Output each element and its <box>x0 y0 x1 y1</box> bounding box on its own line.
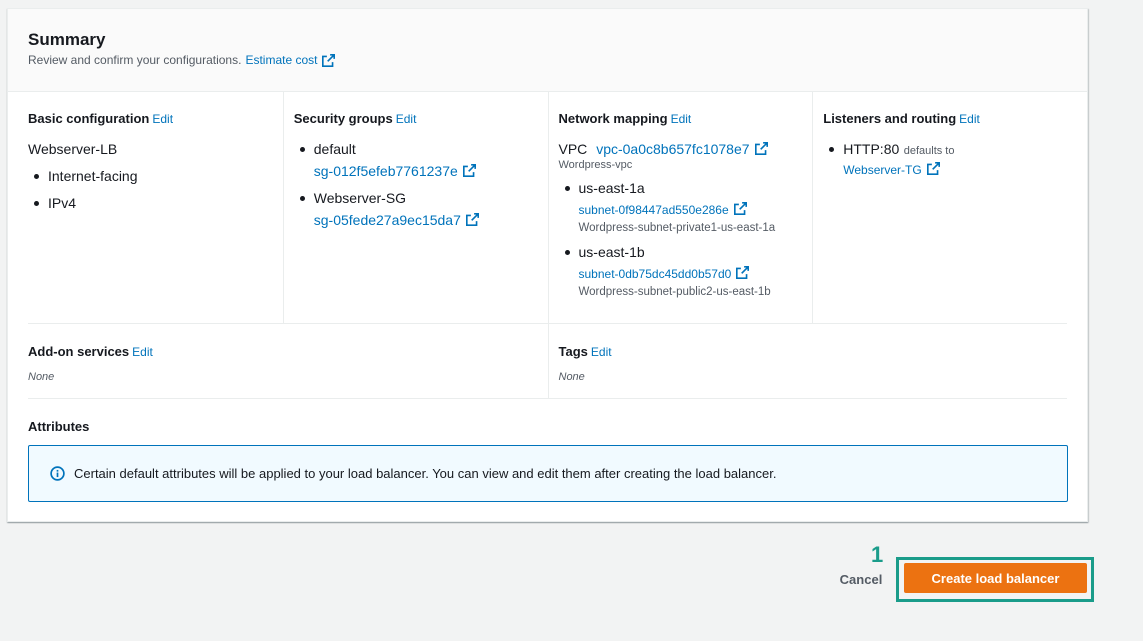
listeners-routing-section: Listeners and routing Edit HTTP:80 defaul… <box>812 92 1067 323</box>
security-groups-section: Security groups Edit default sg-012f5efeb… <box>282 92 548 323</box>
config-grid: Basic configuration Edit Webserver-LB Int… <box>28 92 1067 324</box>
subnet-link[interactable]: subnet-0f98447ad550e286e <box>579 202 747 217</box>
step-number-annotation: 1 <box>871 542 884 567</box>
security-groups-heading: Security groups Edit <box>294 111 548 127</box>
info-icon <box>50 466 65 481</box>
availability-zone-item: us-east-1a subnet-0f98447ad550e286e Word… <box>559 179 813 234</box>
external-link-icon <box>462 164 476 177</box>
network-mapping-section: Network mapping Edit VPC vpc-0a0c8b657fc1… <box>547 92 813 323</box>
listeners-routing-edit-link[interactable]: Edit <box>959 112 980 126</box>
security-group-link[interactable]: sg-012f5efeb7761237e <box>314 162 476 180</box>
summary-title: Summary <box>28 30 106 49</box>
addon-services-section: Add-on services Edit None <box>28 324 548 398</box>
listener-defaults-to: defaults to <box>903 145 955 157</box>
addons-tags-grid: Add-on services Edit None Tags Edit None <box>28 324 1067 399</box>
addon-services-title: Add-on services <box>28 344 130 359</box>
tags-edit-link[interactable]: Edit <box>591 345 612 359</box>
load-balancer-name: Webserver-LB <box>28 141 118 157</box>
tags-value: None <box>558 371 585 383</box>
security-group-item: default sg-012f5efeb7761237e <box>294 140 548 180</box>
security-groups-title: Security groups <box>293 111 393 126</box>
security-group-name: Webserver-SG <box>313 190 407 206</box>
summary-description: Review and confirm your configurations. … <box>28 53 1067 67</box>
subnet-link[interactable]: subnet-0db75dc45dd0b57d0 <box>579 266 750 281</box>
security-groups-list: default sg-012f5efeb7761237e Webserver-S… <box>294 140 548 229</box>
external-link-icon <box>733 202 747 215</box>
vpc-label: VPC <box>558 141 588 157</box>
external-link-icon <box>926 162 940 175</box>
listeners-list: HTTP:80 defaults to Webserver-TG <box>823 140 1067 179</box>
summary-description-text: Review and confirm your configurations. <box>28 53 242 67</box>
attributes-title: Attributes <box>28 419 90 434</box>
availability-zones-list: us-east-1a subnet-0f98447ad550e286e Word… <box>559 179 813 298</box>
addon-services-heading: Add-on services Edit <box>28 344 548 360</box>
tags-heading: Tags Edit <box>559 344 1068 360</box>
network-mapping-title: Network mapping <box>558 111 668 126</box>
subnet-id: subnet-0db75dc45dd0b57d0 <box>578 267 732 281</box>
summary-panel: Summary Review and confirm your configur… <box>7 8 1088 522</box>
tags-section: Tags Edit None <box>547 324 1068 398</box>
attributes-info-text: Certain default attributes will be appli… <box>74 466 777 481</box>
network-mapping-edit-link[interactable]: Edit <box>671 112 692 126</box>
availability-zone-item: us-east-1b subnet-0db75dc45dd0b57d0 Word… <box>559 243 813 298</box>
network-mapping-heading: Network mapping Edit <box>559 111 813 127</box>
estimate-cost-label: Estimate cost <box>245 53 318 67</box>
external-link-icon <box>322 53 336 67</box>
vpc-row: VPC vpc-0a0c8b657fc1078e7 <box>559 140 813 158</box>
listeners-routing-title: Listeners and routing <box>823 111 957 126</box>
zone-name: us-east-1a <box>578 180 645 196</box>
basic-configuration-list: Internet-facing IPv4 <box>28 167 283 212</box>
subnet-name: Wordpress-subnet-public2-us-east-1b <box>578 286 771 298</box>
basic-configuration-section: Basic configuration Edit Webserver-LB Int… <box>28 92 283 323</box>
basic-configuration-title: Basic configuration <box>28 111 150 126</box>
security-group-item: Webserver-SG sg-05fede27a9ec15da7 <box>294 189 548 229</box>
external-link-icon <box>736 266 750 279</box>
create-load-balancer-button[interactable]: Create load balancer <box>904 563 1087 593</box>
target-group-name: Webserver-TG <box>843 163 922 177</box>
security-groups-edit-link[interactable]: Edit <box>396 112 417 126</box>
tags-title: Tags <box>558 344 588 359</box>
estimate-cost-link[interactable]: Estimate cost <box>245 53 336 67</box>
security-group-name: default <box>313 141 356 157</box>
basic-configuration-edit-link[interactable]: Edit <box>152 112 173 126</box>
external-link-icon <box>754 142 768 155</box>
security-group-id: sg-012f5efeb7761237e <box>313 163 458 179</box>
addon-services-value: None <box>28 371 55 383</box>
listener-item: HTTP:80 defaults to Webserver-TG <box>823 140 1067 179</box>
listener-protocol-port: HTTP:80 <box>843 141 900 157</box>
subnet-id: subnet-0f98447ad550e286e <box>578 203 729 217</box>
zone-name: us-east-1b <box>578 244 645 260</box>
external-link-icon <box>465 213 479 226</box>
security-group-link[interactable]: sg-05fede27a9ec15da7 <box>314 211 479 229</box>
cancel-button[interactable]: Cancel <box>834 569 888 589</box>
vpc-id: vpc-0a0c8b657fc1078e7 <box>596 141 750 157</box>
security-group-id: sg-05fede27a9ec15da7 <box>313 212 461 228</box>
subnet-name: Wordpress-subnet-private1-us-east-1a <box>578 222 776 234</box>
vpc-link[interactable]: vpc-0a0c8b657fc1078e7 <box>596 141 768 157</box>
scheme-item: Internet-facing <box>28 167 283 185</box>
target-group-link[interactable]: Webserver-TG <box>843 162 940 177</box>
listeners-routing-heading: Listeners and routing Edit <box>823 111 1067 127</box>
vpc-name: Wordpress-vpc <box>558 159 633 171</box>
ip-type-item: IPv4 <box>28 194 283 212</box>
basic-configuration-heading: Basic configuration Edit <box>28 111 283 127</box>
summary-header: Summary Review and confirm your configur… <box>8 9 1087 92</box>
attributes-info-alert: Certain default attributes will be appli… <box>28 445 1068 502</box>
addon-services-edit-link[interactable]: Edit <box>132 345 153 359</box>
